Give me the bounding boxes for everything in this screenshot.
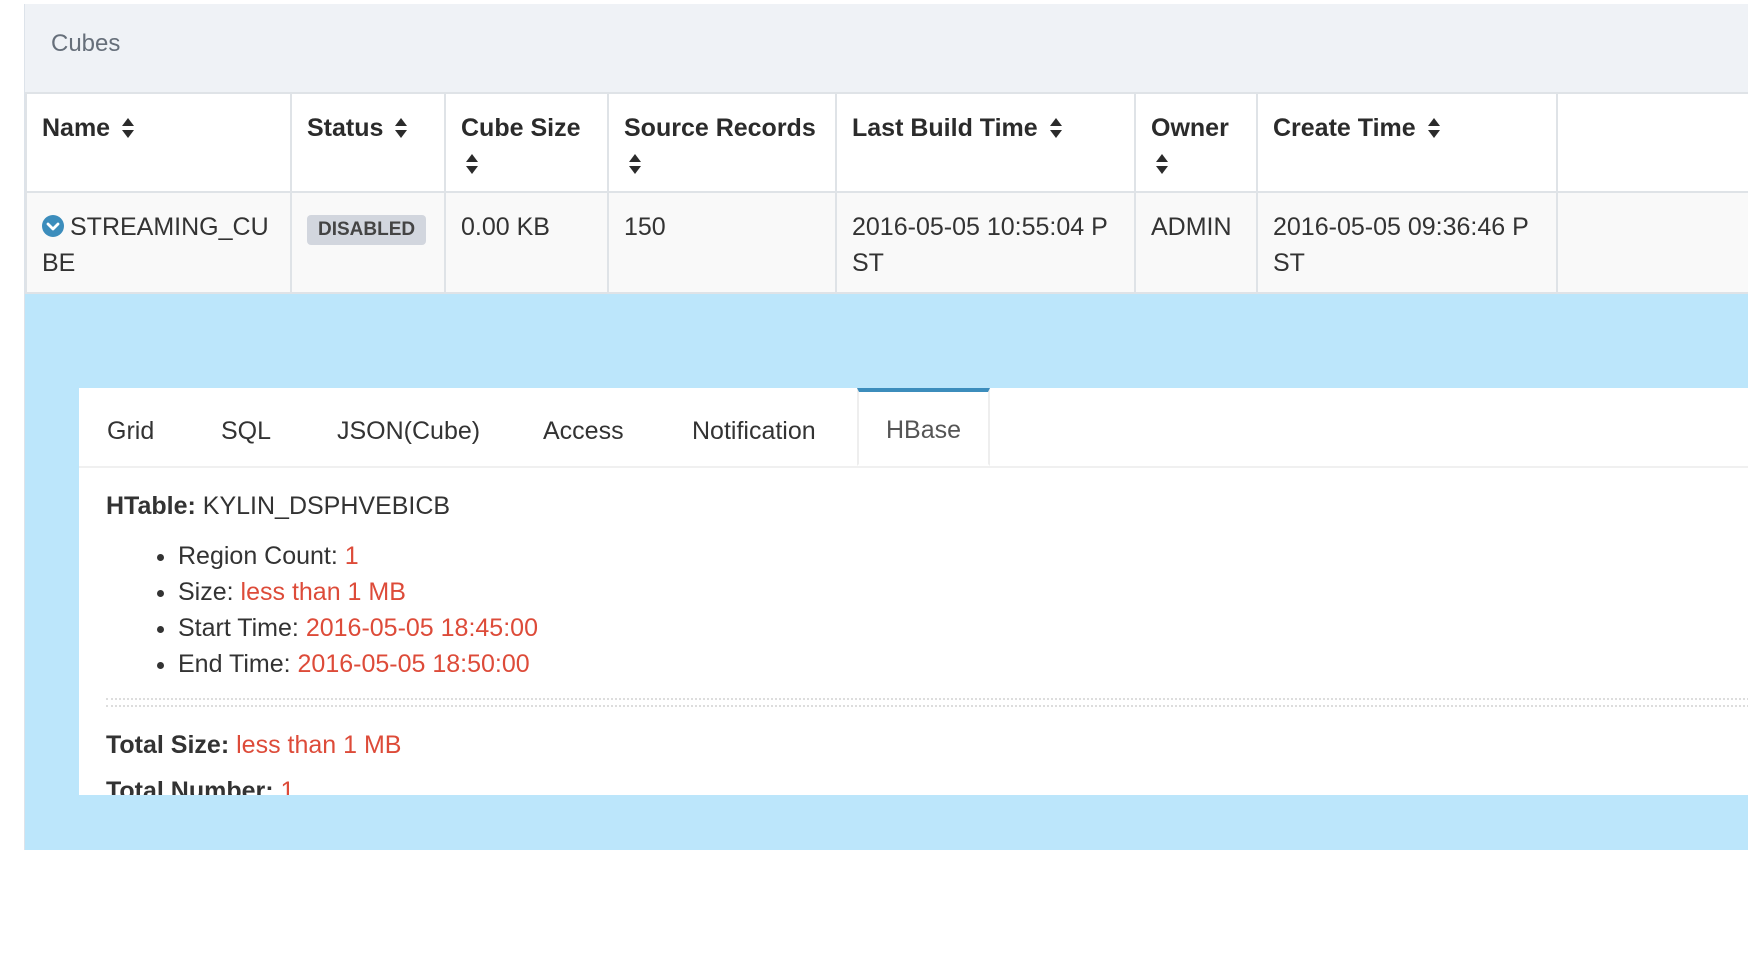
htable-label: HTable: <box>106 492 196 520</box>
sort-icon[interactable] <box>1427 117 1441 139</box>
sort-icon[interactable] <box>465 153 479 175</box>
cell-last-build-time: 2016-05-05 10:55:04 PST <box>835 191 1136 294</box>
total-number-label: Total Number: <box>106 777 274 795</box>
sort-icon[interactable] <box>1049 117 1063 139</box>
htable-line: HTable: KYLIN_DSPHVEBICB <box>106 488 1748 524</box>
tab-grid[interactable]: Grid <box>107 388 154 466</box>
column-header-label: Last Build Time <box>852 114 1038 142</box>
column-header-label: Create Time <box>1273 114 1416 142</box>
region-count-value: 1 <box>344 542 359 570</box>
column-header-label: Source Records <box>624 114 816 142</box>
cell-name[interactable]: STREAMING_CUBE <box>25 191 292 294</box>
divider <box>106 698 1748 707</box>
total-size-value: less than 1 MB <box>236 731 402 759</box>
table-row[interactable]: STREAMING_CUBE DISABLED 0.00 KB 150 2016… <box>25 191 1748 294</box>
total-size-label: Total Size: <box>106 731 230 759</box>
cell-owner: ADMIN <box>1134 191 1258 294</box>
htable-name: KYLIN_DSPHVEBICB <box>202 492 451 520</box>
cubes-panel: Cubes Name Status Cube Size Source Recor… <box>24 4 1748 850</box>
total-size-line: Total Size: less than 1 MB <box>106 727 1748 763</box>
column-header-owner[interactable]: Owner <box>1134 92 1258 193</box>
column-header-label: Cube Size <box>461 114 581 142</box>
sort-icon[interactable] <box>628 153 642 175</box>
region-count-label: Region Count: <box>178 542 338 570</box>
start-time-label: Start Time: <box>178 614 299 642</box>
column-header-status[interactable]: Status <box>290 92 446 193</box>
list-item: Size: less than 1 MB <box>178 574 1748 610</box>
column-header-cube-size[interactable]: Cube Size <box>444 92 609 193</box>
column-header-create-time[interactable]: Create Time <box>1256 92 1558 193</box>
column-header-actions <box>1556 92 1748 193</box>
cell-cube-size: 0.00 KB <box>444 191 609 294</box>
tab-notification[interactable]: Notification <box>692 388 816 466</box>
region-list: Region Count: 1 Size: less than 1 MB Sta… <box>106 538 1748 682</box>
column-header-label: Name <box>42 114 111 142</box>
cell-create-time: 2016-05-05 09:36:46 PST <box>1256 191 1558 294</box>
panel-heading: Cubes <box>25 4 1748 93</box>
detail-tabs: Grid SQL JSON(Cube) Access Notification … <box>79 388 1748 468</box>
cube-name[interactable]: STREAMING_CUBE <box>42 213 269 277</box>
total-number-line: Total Number: 1 <box>106 773 1748 795</box>
table-header-row: Name Status Cube Size Source Records Las… <box>25 92 1748 193</box>
cubes-table: Name Status Cube Size Source Records Las… <box>25 92 1748 294</box>
sort-icon[interactable] <box>1155 153 1169 175</box>
column-header-name[interactable]: Name <box>25 92 292 193</box>
size-value: less than 1 MB <box>240 578 406 606</box>
sort-icon[interactable] <box>394 117 408 139</box>
tab-sql[interactable]: SQL <box>221 388 271 466</box>
cube-detail-panel: Grid SQL JSON(Cube) Access Notification … <box>79 388 1748 795</box>
cell-actions <box>1556 191 1748 294</box>
status-badge: DISABLED <box>307 215 427 245</box>
sort-icon[interactable] <box>121 117 135 139</box>
cell-source-records: 150 <box>607 191 837 294</box>
end-time-label: End Time: <box>178 650 291 678</box>
tab-hbase[interactable]: HBase <box>857 388 990 466</box>
list-item: End Time: 2016-05-05 18:50:00 <box>178 646 1748 682</box>
chevron-down-circle-icon[interactable] <box>42 215 64 237</box>
panel-title: Cubes <box>51 30 121 57</box>
column-header-last-build-time[interactable]: Last Build Time <box>835 92 1136 193</box>
end-time-value: 2016-05-05 18:50:00 <box>297 650 530 678</box>
column-header-label: Status <box>307 114 384 142</box>
list-item: Region Count: 1 <box>178 538 1748 574</box>
list-item: Start Time: 2016-05-05 18:45:00 <box>178 610 1748 646</box>
total-number-value: 1 <box>280 777 295 795</box>
tab-json-cube[interactable]: JSON(Cube) <box>337 388 480 466</box>
cell-status: DISABLED <box>290 191 446 294</box>
hbase-info: HTable: KYLIN_DSPHVEBICB Region Count: 1… <box>106 488 1748 795</box>
column-header-label: Owner <box>1151 114 1229 142</box>
tab-access[interactable]: Access <box>543 388 624 466</box>
column-header-source-records[interactable]: Source Records <box>607 92 837 193</box>
start-time-value: 2016-05-05 18:45:00 <box>305 614 538 642</box>
size-label: Size: <box>178 578 234 606</box>
